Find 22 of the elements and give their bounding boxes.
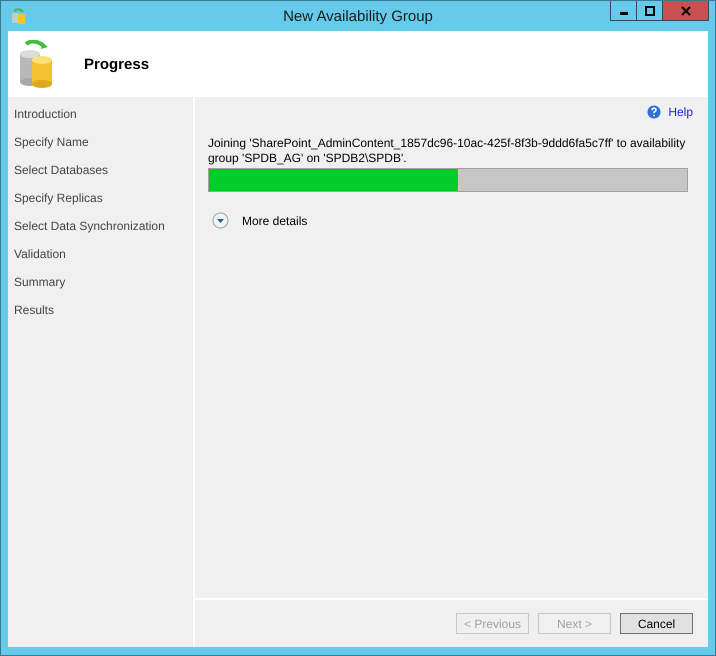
help-icon (647, 105, 662, 119)
window-title: New Availability Group (283, 8, 433, 24)
sidebar-item[interactable]: Specify Name (8, 134, 193, 162)
sidebar-item[interactable]: Introduction (8, 106, 193, 134)
page-title: Progress (84, 56, 150, 72)
sidebar-item[interactable]: Select Databases (8, 162, 193, 190)
help-link[interactable]: Help (647, 105, 693, 119)
progress-message: Joining 'SharePoint_AdminContent_1857dc96-10ac-425f-8f3b-9ddd6fa5c7ff' to availability group 'SPDB_AG' on 'SPDB2\SPDB'. (208, 136, 686, 166)
wizard-button[interactable]: Cancel (620, 613, 693, 634)
app-icon (11, 8, 27, 24)
maximize-icon (644, 6, 654, 16)
more-details-button[interactable]: More details (208, 212, 308, 229)
minimize-icon (620, 12, 628, 15)
sidebar-item[interactable]: Results (8, 302, 193, 330)
expand-icon (212, 212, 229, 229)
sidebar-item[interactable]: Select Data Synchronization (8, 218, 193, 246)
close-button[interactable] (662, 1, 709, 21)
close-icon (680, 6, 690, 16)
sidebar-item[interactable]: Summary (8, 274, 193, 302)
sidebar-item[interactable]: Validation (8, 246, 193, 274)
sidebar-item[interactable]: Specify Replicas (8, 190, 193, 218)
minimize-button[interactable] (610, 1, 637, 21)
